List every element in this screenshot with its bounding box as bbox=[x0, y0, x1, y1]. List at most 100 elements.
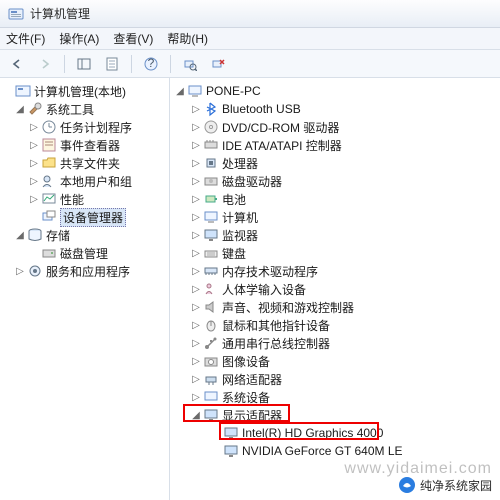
device-node-batteries[interactable]: ▷ 电池 bbox=[170, 190, 500, 208]
twisty-icon[interactable]: ▷ bbox=[190, 104, 202, 115]
twisty-icon[interactable]: ▷ bbox=[190, 266, 202, 277]
toolbar-separator-2 bbox=[131, 55, 132, 73]
tree-node-task-scheduler[interactable]: ▷ 任务计划程序 bbox=[0, 118, 169, 136]
left-tree[interactable]: ▸ 计算机管理(本地) ◢ 系统工具 ▷ 任务计划程序 ▷ 事件查看器 ▷ 共享… bbox=[0, 78, 170, 500]
twisty-icon[interactable]: ▷ bbox=[190, 302, 202, 313]
menu-view[interactable]: 查看(V) bbox=[113, 30, 153, 47]
sound-icon bbox=[203, 299, 219, 315]
twisty-icon[interactable]: ▷ bbox=[190, 338, 202, 349]
tree-label: 事件查看器 bbox=[60, 137, 120, 154]
toolbar-separator-3 bbox=[170, 55, 171, 73]
tree-node-shared-folders[interactable]: ▷ 共享文件夹 bbox=[0, 154, 169, 172]
tree-node-disk-mgmt[interactable]: ▷ 磁盘管理 bbox=[0, 244, 169, 262]
keyboard-icon bbox=[203, 245, 219, 261]
tree-label: 通用串行总线控制器 bbox=[222, 335, 330, 352]
tree-label: 处理器 bbox=[222, 155, 258, 172]
tree-label: 共享文件夹 bbox=[60, 155, 120, 172]
monitor-icon bbox=[203, 227, 219, 243]
tree-node-local-users[interactable]: ▷ 本地用户和组 bbox=[0, 172, 169, 190]
twisty-icon[interactable]: ▷ bbox=[28, 158, 40, 169]
twisty-icon[interactable]: ◢ bbox=[14, 104, 26, 115]
twisty-icon[interactable]: ◢ bbox=[14, 230, 26, 241]
device-node-computer[interactable]: ▷ 计算机 bbox=[170, 208, 500, 226]
device-node-display[interactable]: ◢ 显示适配器 bbox=[170, 406, 500, 424]
twisty-icon[interactable]: ▷ bbox=[190, 230, 202, 241]
system-icon bbox=[203, 389, 219, 405]
scan-hardware-button[interactable] bbox=[179, 53, 201, 75]
show-hide-tree-button[interactable] bbox=[73, 53, 95, 75]
device-node-disk-drives[interactable]: ▷ 磁盘驱动器 bbox=[170, 172, 500, 190]
back-button[interactable] bbox=[6, 53, 28, 75]
tree-label: 性能 bbox=[60, 191, 84, 208]
device-node-hid[interactable]: ▷ 人体学输入设备 bbox=[170, 280, 500, 298]
tree-label: 显示适配器 bbox=[222, 407, 282, 424]
device-manager-icon bbox=[41, 209, 57, 225]
brand-logo-icon bbox=[398, 476, 416, 494]
tree-label: Intel(R) HD Graphics 4000 bbox=[242, 426, 383, 440]
computer-mgmt-icon bbox=[15, 83, 31, 99]
device-node-sound[interactable]: ▷ 声音、视频和游戏控制器 bbox=[170, 298, 500, 316]
watermark-brand: 纯净系统家园 bbox=[398, 476, 492, 494]
twisty-icon[interactable]: ▷ bbox=[190, 374, 202, 385]
tree-node-device-manager[interactable]: ▷ 设备管理器 bbox=[0, 208, 169, 226]
device-node-bluetooth[interactable]: ▷ Bluetooth USB bbox=[170, 100, 500, 118]
camera-icon bbox=[203, 353, 219, 369]
twisty-icon[interactable]: ▷ bbox=[190, 158, 202, 169]
twisty-icon[interactable]: ▷ bbox=[190, 392, 202, 403]
menu-file[interactable]: 文件(F) bbox=[6, 30, 45, 47]
gpu-icon bbox=[223, 443, 239, 459]
device-node-usb[interactable]: ▷ 通用串行总线控制器 bbox=[170, 334, 500, 352]
twisty-icon[interactable]: ▷ bbox=[28, 194, 40, 205]
device-node-monitors[interactable]: ▷ 监视器 bbox=[170, 226, 500, 244]
twisty-icon[interactable]: ▷ bbox=[190, 356, 202, 367]
menu-help[interactable]: 帮助(H) bbox=[167, 30, 208, 47]
device-node-nvidia[interactable]: ▷ NVIDIA GeForce GT 640M LE bbox=[170, 442, 500, 460]
device-node-root[interactable]: ◢ PONE-PC bbox=[170, 82, 500, 100]
twisty-icon[interactable]: ◢ bbox=[174, 86, 186, 97]
tree-label: Bluetooth USB bbox=[222, 102, 301, 116]
twisty-icon[interactable]: ▷ bbox=[190, 176, 202, 187]
tree-node-system-tools[interactable]: ◢ 系统工具 bbox=[0, 100, 169, 118]
twisty-icon[interactable]: ▷ bbox=[190, 194, 202, 205]
device-node-imaging[interactable]: ▷ 图像设备 bbox=[170, 352, 500, 370]
uninstall-device-button[interactable] bbox=[207, 53, 229, 75]
twisty-icon[interactable]: ▷ bbox=[190, 320, 202, 331]
properties-button[interactable] bbox=[101, 53, 123, 75]
twisty-icon[interactable]: ▷ bbox=[190, 140, 202, 151]
forward-button[interactable] bbox=[34, 53, 56, 75]
tree-node-performance[interactable]: ▷ 性能 bbox=[0, 190, 169, 208]
twisty-icon[interactable]: ▷ bbox=[14, 266, 26, 277]
device-node-system[interactable]: ▷ 系统设备 bbox=[170, 388, 500, 406]
help-button[interactable]: ? bbox=[140, 53, 162, 75]
device-node-intel[interactable]: ▷ Intel(R) HD Graphics 4000 bbox=[170, 424, 500, 442]
device-node-ide[interactable]: ▷ IDE ATA/ATAPI 控制器 bbox=[170, 136, 500, 154]
twisty-icon[interactable]: ▷ bbox=[190, 122, 202, 133]
device-node-memory[interactable]: ▷ 内存技术驱动程序 bbox=[170, 262, 500, 280]
menu-action[interactable]: 操作(A) bbox=[59, 30, 99, 47]
twisty-icon[interactable]: ▷ bbox=[190, 212, 202, 223]
twisty-icon[interactable]: ▷ bbox=[28, 176, 40, 187]
network-icon bbox=[203, 371, 219, 387]
tree-node-event-viewer[interactable]: ▷ 事件查看器 bbox=[0, 136, 169, 154]
tree-label: 磁盘管理 bbox=[60, 245, 108, 262]
twisty-icon[interactable]: ▷ bbox=[28, 140, 40, 151]
display-adapter-icon bbox=[203, 407, 219, 423]
twisty-icon[interactable]: ◢ bbox=[190, 410, 202, 421]
device-node-mice[interactable]: ▷ 鼠标和其他指针设备 bbox=[170, 316, 500, 334]
right-tree[interactable]: ◢ PONE-PC ▷ Bluetooth USB ▷ DVD/CD-ROM 驱… bbox=[170, 78, 500, 500]
tree-label: 内存技术驱动程序 bbox=[222, 263, 318, 280]
twisty-icon[interactable]: ▷ bbox=[28, 122, 40, 133]
device-node-processor[interactable]: ▷ 处理器 bbox=[170, 154, 500, 172]
device-node-keyboards[interactable]: ▷ 键盘 bbox=[170, 244, 500, 262]
tree-label: PONE-PC bbox=[206, 84, 261, 98]
twisty-icon[interactable]: ▷ bbox=[190, 248, 202, 259]
disc-icon bbox=[203, 119, 219, 135]
device-node-network[interactable]: ▷ 网络适配器 bbox=[170, 370, 500, 388]
folder-icon bbox=[41, 155, 57, 171]
tree-node-storage[interactable]: ◢ 存储 bbox=[0, 226, 169, 244]
cpu-icon bbox=[203, 155, 219, 171]
tree-node-root[interactable]: ▸ 计算机管理(本地) bbox=[0, 82, 169, 100]
tree-node-services-apps[interactable]: ▷ 服务和应用程序 bbox=[0, 262, 169, 280]
twisty-icon[interactable]: ▷ bbox=[190, 284, 202, 295]
device-node-dvd[interactable]: ▷ DVD/CD-ROM 驱动器 bbox=[170, 118, 500, 136]
